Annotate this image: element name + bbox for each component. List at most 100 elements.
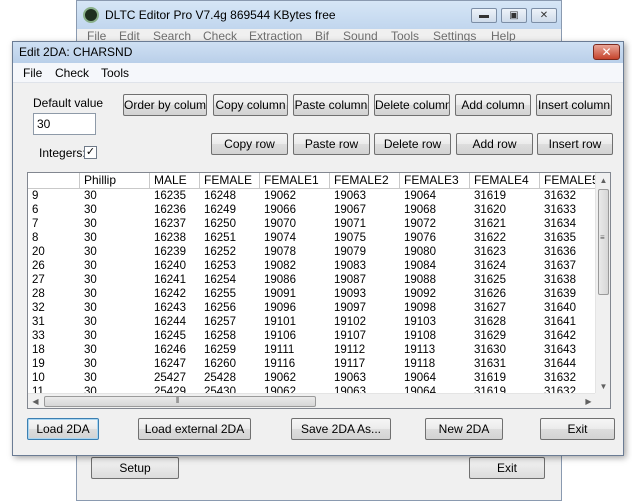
cell-female4[interactable]: 31624 — [470, 259, 540, 273]
data-grid[interactable]: Phillip MALE FEMALE FEMALE1 FEMALE2 FEMA… — [27, 172, 611, 409]
cell-female1[interactable]: 19116 — [260, 357, 330, 371]
cell-female5[interactable]: 31636 — [540, 245, 596, 259]
cell-index[interactable]: 9 — [28, 189, 80, 203]
cell-male[interactable]: 16247 — [150, 357, 200, 371]
cell-female[interactable]: 16254 — [200, 273, 260, 287]
default-value-input[interactable] — [33, 113, 96, 135]
cell-phillip[interactable]: 30 — [80, 343, 150, 357]
order-by-column-button[interactable]: Order by column — [123, 94, 207, 116]
cell-phillip[interactable]: 30 — [80, 301, 150, 315]
cell-phillip[interactable]: 30 — [80, 203, 150, 217]
cell-female2[interactable]: 19087 — [330, 273, 400, 287]
cell-female4[interactable]: 31620 — [470, 203, 540, 217]
cell-female[interactable]: 16259 — [200, 343, 260, 357]
table-row[interactable]: 31 30 16244 16257 19101 19102 19103 31628 31641 — [28, 315, 596, 329]
cell-female2[interactable]: 19097 — [330, 301, 400, 315]
cell-phillip[interactable]: 30 — [80, 315, 150, 329]
cell-female3[interactable]: 19064 — [400, 371, 470, 385]
cell-female5[interactable]: 31643 — [540, 343, 596, 357]
cell-female3[interactable]: 19118 — [400, 357, 470, 371]
cell-phillip[interactable]: 30 — [80, 371, 150, 385]
cell-female5[interactable]: 31642 — [540, 329, 596, 343]
cell-female5[interactable]: 31637 — [540, 259, 596, 273]
dialog-exit-button[interactable]: Exit — [540, 418, 615, 440]
table-row[interactable]: 9 30 16235 16248 19062 19063 19064 31619 31632 — [28, 189, 596, 203]
cell-female5[interactable]: 31644 — [540, 357, 596, 371]
new-2da-button[interactable]: New 2DA — [425, 418, 503, 440]
cell-female1[interactable]: 19106 — [260, 329, 330, 343]
cell-female3[interactable]: 19103 — [400, 315, 470, 329]
cell-female2[interactable]: 19063 — [330, 371, 400, 385]
cell-male[interactable]: 16241 — [150, 273, 200, 287]
cell-male[interactable]: 16240 — [150, 259, 200, 273]
cell-male[interactable]: 16238 — [150, 231, 200, 245]
cell-female[interactable]: 16257 — [200, 315, 260, 329]
load-external-2da-button[interactable]: Load external 2DA — [138, 418, 251, 440]
cell-female[interactable]: 16255 — [200, 287, 260, 301]
column-header-female5[interactable]: FEMALE5 — [540, 173, 596, 189]
column-header-male[interactable]: MALE — [150, 173, 200, 189]
cell-phillip[interactable]: 30 — [80, 287, 150, 301]
cell-female3[interactable]: 19064 — [400, 189, 470, 203]
cell-index[interactable]: 7 — [28, 217, 80, 231]
cell-female1[interactable]: 19096 — [260, 301, 330, 315]
cell-female5[interactable]: 31635 — [540, 231, 596, 245]
cell-female3[interactable]: 19098 — [400, 301, 470, 315]
cell-female5[interactable]: 31634 — [540, 217, 596, 231]
cell-phillip[interactable]: 30 — [80, 231, 150, 245]
cell-female2[interactable]: 19079 — [330, 245, 400, 259]
cell-female2[interactable]: 19075 — [330, 231, 400, 245]
cell-female[interactable]: 16260 — [200, 357, 260, 371]
cell-female3[interactable]: 19076 — [400, 231, 470, 245]
cell-female2[interactable]: 19112 — [330, 343, 400, 357]
cell-female1[interactable]: 19091 — [260, 287, 330, 301]
dialog-menu-file[interactable]: File — [23, 66, 42, 80]
cell-female[interactable]: 16253 — [200, 259, 260, 273]
cell-female3[interactable]: 19080 — [400, 245, 470, 259]
add-row-button[interactable]: Add row — [456, 133, 533, 155]
table-row[interactable]: 8 30 16238 16251 19074 19075 19076 31622 31635 — [28, 231, 596, 245]
cell-index[interactable]: 31 — [28, 315, 80, 329]
cell-female3[interactable]: 19084 — [400, 259, 470, 273]
cell-female1[interactable]: 19066 — [260, 203, 330, 217]
cell-female[interactable]: 25428 — [200, 371, 260, 385]
paste-column-button[interactable]: Paste column — [293, 94, 369, 116]
cell-female1[interactable]: 19082 — [260, 259, 330, 273]
horizontal-scroll-thumb[interactable] — [44, 396, 316, 407]
cell-index[interactable]: 8 — [28, 231, 80, 245]
insert-column-button[interactable]: Insert column — [536, 94, 612, 116]
cell-female5[interactable]: 31640 — [540, 301, 596, 315]
cell-female[interactable]: 16249 — [200, 203, 260, 217]
cell-male[interactable]: 16242 — [150, 287, 200, 301]
cell-female1[interactable]: 19074 — [260, 231, 330, 245]
cell-female5[interactable]: 31632 — [540, 189, 596, 203]
cell-female4[interactable]: 31631 — [470, 357, 540, 371]
add-column-button[interactable]: Add column — [455, 94, 531, 116]
cell-male[interactable]: 16245 — [150, 329, 200, 343]
cell-index[interactable]: 20 — [28, 245, 80, 259]
cell-phillip[interactable]: 30 — [80, 329, 150, 343]
cell-female3[interactable]: 19088 — [400, 273, 470, 287]
cell-female2[interactable]: 19117 — [330, 357, 400, 371]
paste-row-button[interactable]: Paste row — [293, 133, 370, 155]
column-header-female2[interactable]: FEMALE2 — [330, 173, 400, 189]
cell-female3[interactable]: 19072 — [400, 217, 470, 231]
close-icon[interactable]: ✕ — [531, 8, 557, 23]
cell-female5[interactable]: 31641 — [540, 315, 596, 329]
cell-phillip[interactable]: 30 — [80, 259, 150, 273]
cell-female[interactable]: 16252 — [200, 245, 260, 259]
vertical-scroll-thumb[interactable] — [598, 189, 609, 295]
cell-index[interactable]: 26 — [28, 259, 80, 273]
cell-female4[interactable]: 31623 — [470, 245, 540, 259]
cell-female4[interactable]: 31619 — [470, 371, 540, 385]
cell-female5[interactable]: 31632 — [540, 371, 596, 385]
column-header-phillip[interactable]: Phillip — [80, 173, 150, 189]
table-row[interactable]: 10 30 25427 25428 19062 19063 19064 31619 31632 — [28, 371, 596, 385]
save-2da-as-button[interactable]: Save 2DA As... — [291, 418, 391, 440]
cell-female4[interactable]: 31625 — [470, 273, 540, 287]
vertical-scrollbar[interactable]: ▲ ≡ ▼ — [595, 173, 610, 394]
cell-female5[interactable]: 31638 — [540, 273, 596, 287]
delete-row-button[interactable]: Delete row — [374, 133, 451, 155]
cell-female1[interactable]: 19062 — [260, 189, 330, 203]
cell-female5[interactable]: 31633 — [540, 203, 596, 217]
